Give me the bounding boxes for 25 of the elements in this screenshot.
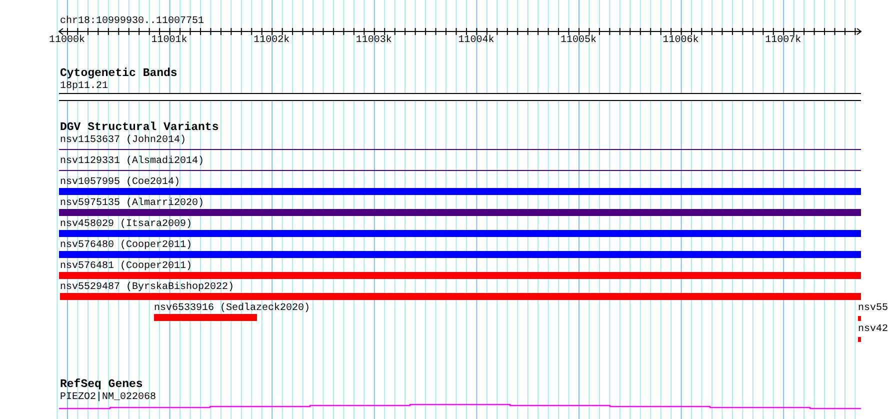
- ruler-tick-label: 11005k: [560, 35, 597, 46]
- variant-label: nsv1057995 (Coe2014): [60, 177, 180, 188]
- ruler-tick-label: 11001k: [151, 35, 188, 46]
- track-title: DGV Structural Variants: [60, 122, 219, 134]
- ruler-tick-label: 11003k: [356, 35, 392, 46]
- location-label: chr18:10999930..11007751: [60, 16, 204, 27]
- variant-label: nsv5529487 (ByrskaBishop2022): [60, 282, 234, 293]
- variant-label: nsv576480 (Cooper2011): [60, 240, 192, 251]
- track-title: RefSeq Genes: [60, 379, 143, 391]
- variant-label: nsv5975135 (Almarri2020): [60, 198, 204, 209]
- variant-label: nsv6533916 (Sedlazeck2020): [154, 303, 310, 314]
- band-label: 18p11.21: [60, 81, 108, 92]
- ruler-tick-label: 11006k: [662, 35, 699, 46]
- gene-label: PIEZO2|NM_022068: [60, 392, 156, 403]
- ruler-tick-label: 11004k: [458, 35, 494, 46]
- ruler-tick-label: 11002k: [254, 35, 290, 46]
- variant-label: nsv55: [858, 303, 888, 314]
- variant-label: nsv1153637 (John2014): [60, 135, 186, 146]
- track-title: Cytogenetic Bands: [60, 68, 178, 80]
- variant-label: nsv42: [858, 324, 888, 335]
- variant-label: nsv458029 (Itsara2009): [60, 219, 192, 230]
- variant-label: nsv1129331 (Alsmadi2014): [60, 156, 204, 167]
- ruler-tick-label: 11007k: [765, 35, 802, 46]
- ruler-tick-label: 11000k: [49, 35, 86, 46]
- variant-label: nsv576481 (Cooper2011): [60, 261, 192, 272]
